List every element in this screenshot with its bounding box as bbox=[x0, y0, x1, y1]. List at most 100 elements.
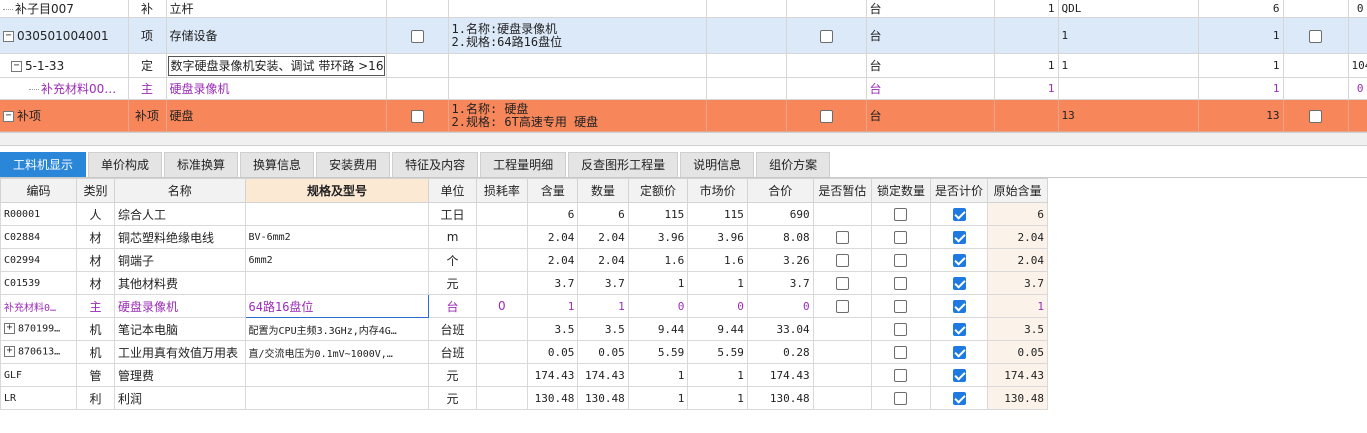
table-row[interactable]: LR 利利润元 130.48 130.48 1 1 130.48 130.48 bbox=[0, 386, 1048, 410]
lock-qty-checkbox[interactable] bbox=[894, 277, 908, 290]
priced-checkbox[interactable] bbox=[952, 277, 966, 290]
cell-content[interactable]: 3.5 bbox=[527, 317, 579, 341]
lock-qty-checkbox[interactable] bbox=[894, 231, 908, 244]
row-name[interactable]: 硬盘 bbox=[166, 99, 387, 132]
lock-qty-checkbox[interactable] bbox=[894, 323, 908, 336]
cell-market-price[interactable]: 5.59 bbox=[687, 340, 748, 364]
tab-conversion-info[interactable]: 换算信息 bbox=[240, 152, 315, 177]
cell-spec[interactable]: 64路16盘位 bbox=[244, 294, 430, 318]
cell-loss-rate[interactable] bbox=[475, 340, 529, 364]
cell-market-price[interactable]: 1 bbox=[687, 386, 748, 410]
cell-spec[interactable] bbox=[244, 271, 430, 295]
priced-checkbox[interactable] bbox=[952, 254, 966, 267]
col-header-original-content[interactable]: 原始含量 bbox=[987, 178, 1048, 203]
tab-features-content[interactable]: 特征及内容 bbox=[392, 152, 479, 177]
lock-qty-checkbox[interactable] bbox=[894, 369, 908, 382]
cell-name[interactable]: 管理费 bbox=[114, 363, 246, 387]
cell-name[interactable]: 其他材料费 bbox=[114, 271, 246, 295]
cell-code[interactable]: +870199… bbox=[0, 317, 78, 341]
lock-qty-checkbox[interactable] bbox=[894, 208, 908, 221]
row-checkbox-2[interactable] bbox=[819, 109, 833, 123]
tab-unit-price-composition[interactable]: 单价构成 bbox=[88, 152, 163, 177]
table-row[interactable]: GLF 管管理费元 174.43 174.43 1 1 174.43 174.43 bbox=[0, 363, 1048, 387]
tab-graphic-quantity[interactable]: 反查图形工程量 bbox=[568, 152, 679, 177]
estimated-checkbox[interactable] bbox=[835, 231, 849, 244]
row-qty-expr[interactable]: 1 bbox=[1058, 17, 1199, 54]
cell-quantity[interactable]: 0.05 bbox=[577, 340, 629, 364]
cell-market-price[interactable]: 115 bbox=[687, 202, 748, 226]
table-row[interactable]: −5-1-33 定 数字硬盘录像机安装、调试 带环路 >16 台 1 1 1 1… bbox=[0, 53, 1367, 78]
row-features[interactable]: 1.名称: 硬盘 2.规格: 6T高速专用 硬盘 bbox=[448, 99, 707, 132]
cell-code[interactable]: C02884 bbox=[0, 225, 78, 249]
cell-name[interactable]: 利润 bbox=[114, 386, 246, 410]
cell-spec[interactable]: BV-6mm2 bbox=[244, 225, 430, 249]
row-checkbox-2[interactable] bbox=[819, 29, 833, 43]
cell-code[interactable]: C02994 bbox=[0, 248, 78, 272]
cell-spec[interactable]: 配置为CPU主频3.3GHz,内存4G… bbox=[244, 317, 430, 341]
cell-spec[interactable]: 6mm2 bbox=[244, 248, 430, 272]
row-qty-expr[interactable]: 13 bbox=[1058, 99, 1199, 132]
table-row[interactable]: −030501004001 项 存储设备 1.名称:硬盘录像机 2.规格:64路1… bbox=[0, 17, 1367, 54]
row-qty-expr[interactable]: 1 bbox=[1058, 53, 1199, 78]
priced-checkbox[interactable] bbox=[952, 323, 966, 336]
cell-content[interactable]: 1 bbox=[527, 294, 579, 318]
row-checkbox-3[interactable] bbox=[1309, 29, 1322, 43]
table-row[interactable]: 补充材料0… 主硬盘录像机 64路16盘位台 0 1 1 0 0 0 1 bbox=[0, 294, 1048, 318]
cell-quantity[interactable]: 130.48 bbox=[577, 386, 629, 410]
cell-code[interactable]: R00001 bbox=[0, 202, 78, 226]
cell-name[interactable]: 笔记本电脑 bbox=[114, 317, 246, 341]
lock-qty-checkbox[interactable] bbox=[894, 392, 908, 405]
cell-spec[interactable] bbox=[244, 386, 430, 410]
cell-content[interactable]: 2.04 bbox=[527, 248, 579, 272]
row-features[interactable]: 1.名称:硬盘录像机 2.规格:64路16盘位 bbox=[448, 17, 707, 54]
priced-checkbox[interactable] bbox=[952, 346, 966, 359]
table-row[interactable]: C01539 材其他材料费元 3.7 3.7 1 1 3.7 3.7 bbox=[0, 271, 1048, 295]
col-header-total[interactable]: 合价 bbox=[746, 178, 814, 203]
cell-market-price[interactable]: 1 bbox=[687, 271, 748, 295]
table-row[interactable]: − 补项 补项 硬盘 1.名称: 硬盘 2.规格: 6T高速专用 硬盘 台 13 1… bbox=[0, 99, 1367, 132]
tab-installation-cost[interactable]: 安装费用 bbox=[316, 152, 391, 177]
collapse-icon[interactable]: − bbox=[3, 111, 14, 122]
estimated-checkbox[interactable] bbox=[835, 300, 849, 313]
table-row[interactable]: R00001 人综合人工 工日 6 6 115 115 690 6 bbox=[0, 202, 1048, 226]
cell-quantity[interactable]: 2.04 bbox=[577, 248, 629, 272]
cell-content[interactable]: 130.48 bbox=[527, 386, 579, 410]
col-header-code[interactable]: 编码 bbox=[0, 178, 78, 203]
row-name[interactable]: 硬盘录像机 bbox=[166, 77, 387, 100]
col-header-market-price[interactable]: 市场价 bbox=[687, 178, 748, 203]
cell-loss-rate[interactable] bbox=[475, 271, 529, 295]
cell-loss-rate[interactable] bbox=[475, 248, 529, 272]
cell-code[interactable]: GLF bbox=[0, 363, 78, 387]
priced-checkbox[interactable] bbox=[952, 231, 966, 244]
priced-checkbox[interactable] bbox=[952, 208, 966, 221]
tab-labor-material-machine[interactable]: 工料机显示 bbox=[0, 152, 87, 177]
row-checkbox[interactable] bbox=[410, 29, 424, 43]
cell-name[interactable]: 工业用真有效值万用表 bbox=[114, 340, 246, 364]
priced-checkbox[interactable] bbox=[952, 369, 966, 382]
cell-loss-rate[interactable] bbox=[475, 202, 529, 226]
cell-quantity[interactable]: 6 bbox=[577, 202, 629, 226]
row-checkbox-3[interactable] bbox=[1309, 109, 1322, 123]
row-name[interactable]: 存储设备 bbox=[166, 17, 387, 54]
col-header-quota-price[interactable]: 定额价 bbox=[627, 178, 689, 203]
tab-quantity-detail[interactable]: 工程量明细 bbox=[480, 152, 567, 177]
cell-quantity[interactable]: 3.7 bbox=[577, 271, 629, 295]
cell-market-price[interactable]: 0 bbox=[687, 294, 748, 318]
col-header-loss-rate[interactable]: 损耗率 bbox=[475, 178, 529, 203]
cell-code[interactable]: +870613… bbox=[0, 340, 78, 364]
cell-market-price[interactable]: 1.6 bbox=[687, 248, 748, 272]
cell-quantity[interactable]: 174.43 bbox=[577, 363, 629, 387]
lock-qty-checkbox[interactable] bbox=[894, 254, 908, 267]
cell-code[interactable]: C01539 bbox=[0, 271, 78, 295]
cell-name[interactable]: 综合人工 bbox=[114, 202, 246, 226]
table-row[interactable]: 补充材料00… 主 硬盘录像机 台 1 1 0 bbox=[0, 77, 1367, 100]
col-header-content[interactable]: 含量 bbox=[527, 178, 579, 203]
cell-market-price[interactable]: 9.44 bbox=[687, 317, 748, 341]
estimated-checkbox[interactable] bbox=[835, 277, 849, 290]
table-row[interactable]: +870613… 机工业用真有效值万用表 直/交流电压为0.1mV~1000V,… 台… bbox=[0, 340, 1048, 364]
tab-standard-conversion[interactable]: 标准换算 bbox=[164, 152, 239, 177]
cell-content[interactable]: 174.43 bbox=[527, 363, 579, 387]
tab-description[interactable]: 说明信息 bbox=[680, 152, 755, 177]
cell-loss-rate[interactable] bbox=[475, 225, 529, 249]
expand-icon[interactable]: + bbox=[4, 323, 15, 335]
